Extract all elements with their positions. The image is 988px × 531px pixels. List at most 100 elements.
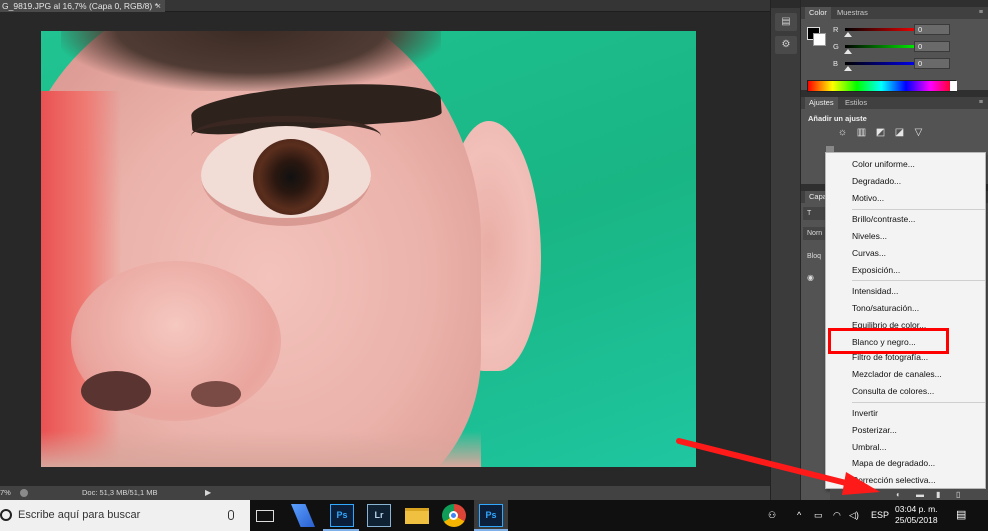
green-slider[interactable] — [845, 45, 921, 48]
spectrum-white-swatch[interactable] — [950, 81, 957, 91]
lightroom-icon[interactable]: Lr — [367, 504, 391, 527]
green-value-field[interactable]: 0 — [914, 41, 950, 52]
menu-item-curvas[interactable]: Curvas... — [852, 245, 886, 261]
menu-separator — [852, 209, 985, 210]
exposure-icon[interactable]: ◪ — [893, 127, 906, 139]
layer-visibility-eye-icon[interactable]: ◉ — [807, 274, 819, 282]
blend-mode-select[interactable]: Norn — [803, 227, 825, 240]
color-panel-tabs: Color Muestras ≡ — [801, 7, 988, 19]
lock-label: Bloq — [807, 253, 822, 260]
background-color-swatch[interactable] — [813, 33, 826, 46]
menu-item-invertir[interactable]: Invertir — [852, 405, 878, 421]
zoom-level[interactable]: 7% — [0, 486, 11, 500]
adjustment-icons: ☼ ▥ ◩ ◪ ▽ — [836, 127, 925, 139]
microphone-icon[interactable] — [228, 510, 234, 520]
taskbar-search[interactable]: Escribe aquí para buscar — [0, 500, 250, 531]
adjustments-menu-icon[interactable]: ≡ — [979, 97, 983, 109]
menu-item-brillo-contraste[interactable]: Brillo/contraste... — [852, 211, 915, 227]
brightness-icon[interactable]: ☼ — [836, 127, 849, 139]
document-info: Doc: 51,3 MB/51,1 MB — [82, 488, 158, 497]
volume-icon[interactable]: ◁) — [849, 500, 859, 531]
menu-item-consulta-colores[interactable]: Consulta de colores... — [852, 383, 934, 399]
levels-icon[interactable]: ▥ — [855, 127, 868, 139]
new-layer-icon[interactable]: ▮ — [936, 490, 940, 499]
taskbar-clock[interactable]: 03:04 p. m. 25/05/2018 — [895, 504, 938, 526]
adjustment-layer-icon[interactable]: ◐ — [896, 490, 901, 499]
battery-icon[interactable]: ▭ — [814, 500, 823, 531]
menu-item-exposicion[interactable]: Exposición... — [852, 262, 900, 278]
blue-slider[interactable] — [845, 62, 921, 65]
blue-value-field[interactable]: 0 — [914, 58, 950, 69]
dock-header — [771, 0, 800, 8]
notifications-icon[interactable]: ▤ — [956, 500, 966, 531]
photo-canvas[interactable] — [41, 31, 696, 467]
curves-icon[interactable]: ◩ — [874, 127, 887, 139]
red-slider-knob[interactable] — [844, 32, 852, 37]
red-value-field[interactable]: 0 — [914, 24, 950, 35]
layer-filter-field[interactable]: T — [803, 207, 825, 220]
tab-color[interactable]: Color — [805, 7, 831, 19]
blue-slider-knob[interactable] — [844, 66, 852, 71]
properties-icon[interactable]: ⚙ — [775, 36, 797, 54]
zoom-icon — [20, 489, 28, 497]
file-explorer-icon[interactable] — [405, 508, 429, 524]
visual-studio-icon[interactable] — [291, 504, 315, 527]
red-slider[interactable] — [845, 28, 921, 31]
document-tab-title: G_9819.JPG al 16,7% (Capa 0, RGB/8) * — [2, 1, 158, 11]
adjustments-panel-tabs: Ajustes Estilos ≡ — [801, 97, 988, 109]
trash-icon[interactable]: ▯ — [956, 490, 960, 499]
tab-styles[interactable]: Estilos — [841, 97, 871, 109]
menu-item-mapa-degradado[interactable]: Mapa de degradado... — [852, 455, 935, 471]
menu-item-degradado[interactable]: Degradado... — [852, 173, 901, 189]
blue-label: B — [833, 59, 839, 68]
menu-item-niveles[interactable]: Niveles... — [852, 228, 887, 244]
menu-item-tono-saturacion[interactable]: Tono/saturación... — [852, 300, 919, 316]
status-bar: 7% Doc: 51,3 MB/51,1 MB ▶ — [0, 486, 770, 500]
tab-adjustments[interactable]: Ajustes — [805, 97, 838, 109]
task-view-icon[interactable] — [256, 510, 274, 522]
document-tab-bar: G_9819.JPG al 16,7% (Capa 0, RGB/8) * × — [0, 0, 770, 12]
menu-item-color-uniforme[interactable]: Color uniforme... — [852, 156, 915, 172]
panel-menu-icon[interactable]: ≡ — [979, 7, 983, 19]
chrome-icon[interactable] — [442, 504, 466, 527]
green-slider-row: G 0 — [833, 41, 983, 54]
photoshop-window: G_9819.JPG al 16,7% (Capa 0, RGB/8) * × … — [0, 0, 988, 531]
red-slider-row: R 0 — [833, 24, 983, 37]
green-slider-knob[interactable] — [844, 49, 852, 54]
history-icon[interactable]: ▤ — [775, 13, 797, 31]
wifi-icon[interactable]: ◠ — [833, 500, 841, 531]
menu-item-intensidad[interactable]: Intensidad... — [852, 283, 898, 299]
menu-item-motivo[interactable]: Motivo... — [852, 190, 884, 206]
green-label: G — [833, 42, 839, 51]
document-tab[interactable]: G_9819.JPG al 16,7% (Capa 0, RGB/8) * × — [0, 0, 165, 12]
add-adjustment-title: Añadir un ajuste — [808, 114, 867, 123]
close-tab-icon[interactable]: × — [156, 0, 161, 12]
cortana-icon[interactable] — [0, 509, 12, 521]
iris — [253, 139, 329, 215]
group-folder-icon[interactable]: ▬ — [916, 490, 924, 499]
menu-item-mezclador-canales[interactable]: Mezclador de canales... — [852, 366, 942, 382]
photoshop-active-icon[interactable]: Ps — [479, 504, 503, 527]
search-placeholder: Escribe aquí para buscar — [18, 509, 141, 521]
hair — [61, 31, 441, 91]
clock-time: 03:04 p. m. — [895, 504, 938, 514]
clock-date: 25/05/2018 — [895, 515, 938, 525]
highlight-annotation-box — [828, 328, 949, 354]
menu-item-correccion-selectiva[interactable]: Corrección selectiva... — [852, 472, 936, 488]
people-icon[interactable]: ⚇ — [768, 500, 776, 531]
tab-swatches[interactable]: Muestras — [833, 7, 872, 19]
show-hidden-icons-chevron-icon[interactable]: ^ — [797, 500, 801, 531]
color-spectrum-bar[interactable] — [807, 80, 956, 92]
gradient-map-icon[interactable]: ▽ — [912, 127, 925, 139]
language-indicator[interactable]: ESP — [871, 500, 889, 531]
canvas-area[interactable] — [0, 12, 770, 486]
menu-item-umbral[interactable]: Umbral... — [852, 439, 886, 455]
menu-separator — [852, 280, 985, 281]
menu-item-posterizar[interactable]: Posterizar... — [852, 422, 897, 438]
menu-separator — [852, 402, 985, 403]
adjustment-layer-menu: Color uniforme... Degradado... Motivo...… — [825, 152, 986, 489]
layers-bottom-toolbar: ◐ ▬ ▮ ▯ — [830, 489, 988, 500]
status-menu-arrow-icon[interactable]: ▶ — [205, 486, 211, 500]
photoshop-icon[interactable]: Ps — [330, 504, 354, 527]
windows-taskbar: Escribe aquí para buscar Ps Lr Ps ⚇ ^ ▭ … — [0, 500, 988, 531]
